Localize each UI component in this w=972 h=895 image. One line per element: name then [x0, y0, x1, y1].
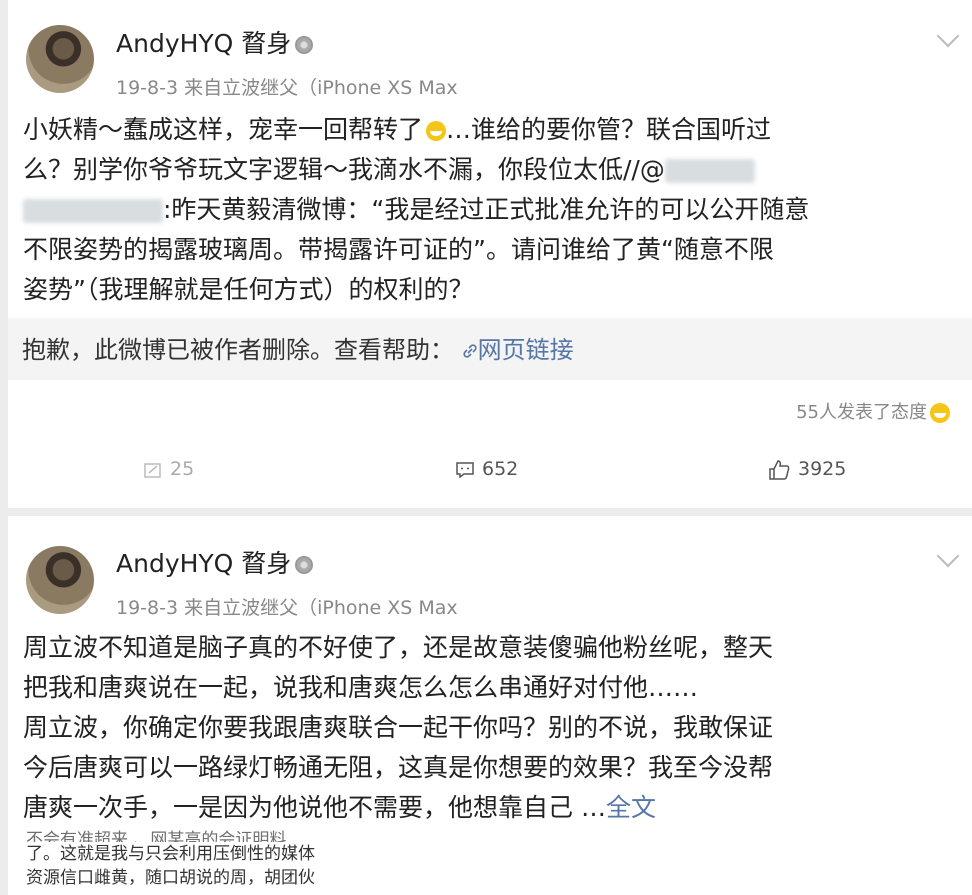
reaction-summary[interactable]: 55人发表了态度 — [796, 398, 950, 424]
medal-icon — [295, 36, 314, 54]
link-icon — [463, 344, 477, 358]
post-text: 小妖精～蠢成这样，宠幸一回帮转了 …谁给的要你管？联合国听过 么？别学你爷爷玩文字… — [23, 115, 810, 304]
avatar[interactable] — [26, 546, 94, 614]
medal-icon — [295, 556, 314, 574]
username-row[interactable]: AndyHYQ 瞀身 — [116, 24, 314, 60]
action-bar: 25 652 3925 — [8, 458, 972, 498]
repost-button[interactable]: 25 — [144, 458, 194, 480]
chevron-down-icon[interactable] — [936, 24, 960, 48]
full-text-link[interactable]: 全文 — [606, 793, 656, 822]
username[interactable]: AndyHYQ 瞀身 — [116, 549, 291, 578]
post-meta: 19-8-3 来自立波继父（iPhone XS Max — [116, 77, 458, 99]
thumbs-up-icon — [769, 459, 790, 480]
comment-icon — [456, 461, 474, 478]
username[interactable]: AndyHYQ 瞀身 — [116, 29, 291, 58]
repost-icon — [144, 462, 161, 478]
weibo-post-card: AndyHYQ 瞀身 19-8-3 来自立波继父（iPhone XS Max 小… — [8, 0, 972, 508]
chevron-down-icon[interactable] — [936, 544, 960, 568]
grin-emoji-icon — [426, 121, 447, 141]
deleted-notice: 抱歉，此微博已被作者删除。查看帮助： 网页链接 — [22, 336, 574, 364]
username-row[interactable]: AndyHYQ 瞀身 — [116, 544, 314, 580]
comment-button[interactable]: 652 — [456, 458, 518, 480]
laugh-emoji-icon — [930, 403, 950, 423]
blurred-handle — [664, 159, 755, 183]
deleted-repost-box: 抱歉，此微博已被作者删除。查看帮助： 网页链接 — [8, 318, 972, 380]
avatar[interactable] — [26, 25, 94, 93]
blurred-handle — [23, 199, 163, 223]
like-button[interactable]: 3925 — [768, 458, 846, 480]
post-meta: 19-8-3 来自立波继父（iPhone XS Max — [116, 597, 458, 619]
attached-image-snippet[interactable]: 不会有准超来 、网某高的会证明料 了。这就是我与只会利用压倒性的媒体 资源信口雌… — [26, 828, 315, 890]
post-text: 周立波不知道是脑子真的不好使了，还是故意装傻骗他粉丝呢，整天 把我和唐爽说在一起… — [23, 633, 774, 822]
web-link[interactable]: 网页链接 — [454, 336, 574, 364]
weibo-post-card: AndyHYQ 瞀身 19-8-3 来自立波继父（iPhone XS Max 周… — [8, 516, 972, 895]
